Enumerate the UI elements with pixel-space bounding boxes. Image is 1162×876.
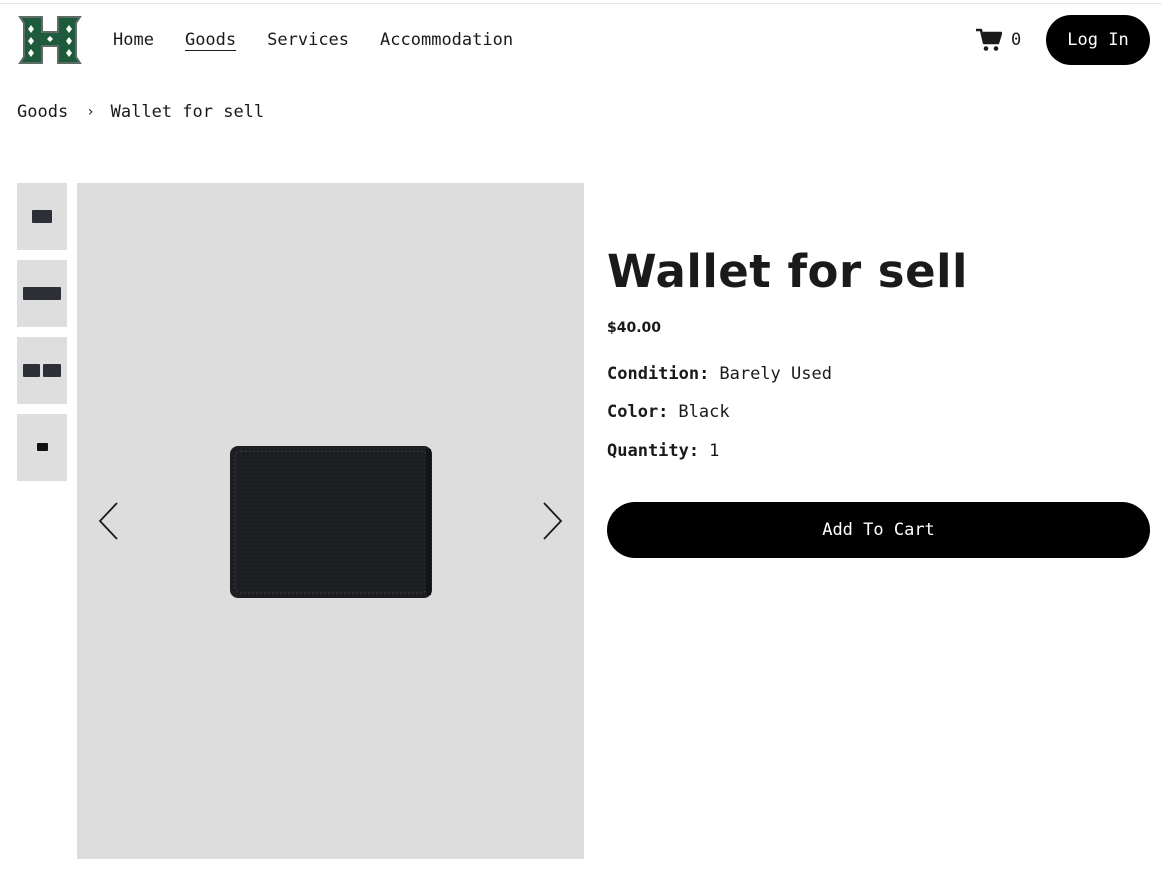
attribute-quantity: Quantity: 1 [607, 441, 719, 461]
color-label: Color: [607, 402, 669, 422]
thumbnail-list [17, 183, 67, 491]
product-title: Wallet for sell [607, 245, 968, 298]
attribute-condition: Condition: Barely Used [607, 364, 832, 384]
product-image [77, 183, 584, 859]
product-price: $40.00 [607, 320, 662, 336]
thumbnail-2[interactable] [17, 260, 67, 327]
next-arrow-icon[interactable] [540, 501, 564, 541]
breadcrumb: Goods › Wallet for sell [17, 102, 264, 122]
nav-goods[interactable]: Goods [185, 30, 236, 50]
quantity-value: 1 [709, 441, 720, 461]
condition-value: Barely Used [719, 364, 832, 384]
add-to-cart-button[interactable]: Add To Cart [607, 502, 1150, 558]
site-logo[interactable] [17, 15, 83, 65]
nav-accommodation[interactable]: Accommodation [380, 30, 513, 50]
condition-label: Condition: [607, 364, 710, 384]
color-value: Black [678, 402, 730, 422]
nav-home[interactable]: Home [113, 30, 154, 50]
thumbnail-4[interactable] [17, 414, 67, 481]
previous-arrow-icon[interactable] [97, 501, 121, 541]
quantity-label: Quantity: [607, 441, 700, 461]
breadcrumb-current: Wallet for sell [110, 102, 265, 122]
breadcrumb-separator: › [86, 104, 95, 120]
cart-button[interactable]: 0 [976, 28, 1021, 52]
thumbnail-1[interactable] [17, 183, 67, 250]
thumbnail-3[interactable] [17, 337, 67, 404]
cart-count: 0 [1011, 30, 1022, 50]
main-nav: Home Goods Services Accommodation [113, 30, 544, 50]
login-button[interactable]: Log In [1046, 15, 1150, 65]
breadcrumb-goods-link[interactable]: Goods [17, 102, 68, 122]
nav-services[interactable]: Services [267, 30, 349, 50]
top-divider [0, 3, 1162, 4]
cart-icon [976, 28, 1002, 51]
attribute-color: Color: Black [607, 402, 730, 422]
wallet-image [230, 446, 432, 598]
